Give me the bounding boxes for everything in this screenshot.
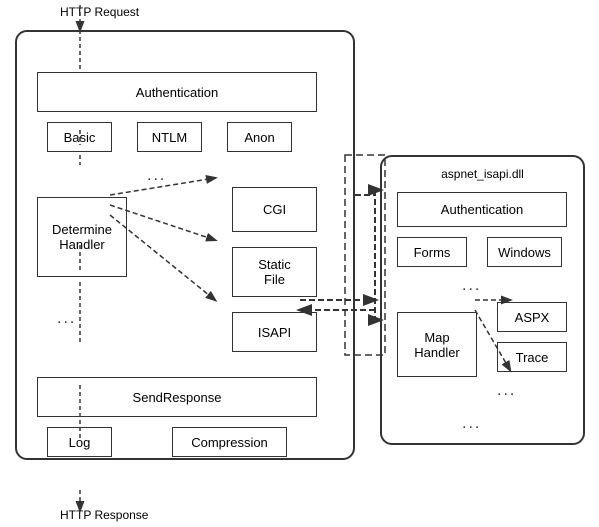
windows-label: Windows [498,245,551,260]
isapi-label: ISAPI [258,325,291,340]
cgi-label: CGI [263,202,286,217]
cgi-box: CGI [232,187,317,232]
auth-aspnet-label: Authentication [441,202,523,217]
basic-box: Basic [47,122,112,152]
auth-main-box: Authentication [37,72,317,112]
forms-label: Forms [414,245,451,260]
ntlm-box: NTLM [137,122,202,152]
dots-auth: ... [147,167,166,185]
basic-label: Basic [64,130,96,145]
dots-aspnet-handler: ... [497,382,516,400]
log-label: Log [69,435,91,450]
windows-box: Windows [487,237,562,267]
aspnet-box: aspnet_isapi.dll Authentication Forms Wi… [380,155,585,445]
anon-label: Anon [244,130,274,145]
dots-aspnet-auth: ... [462,277,481,295]
aspx-label: ASPX [515,310,550,325]
send-response-box: SendResponse [37,377,317,417]
send-label: SendResponse [133,390,222,405]
trace-box: Trace [497,342,567,372]
dots-handler: ... [57,310,76,328]
compression-box: Compression [172,427,287,457]
forms-box: Forms [397,237,467,267]
isapi-box: ISAPI [232,312,317,352]
http-request-label: HTTP Request [60,5,139,19]
compress-label: Compression [191,435,268,450]
anon-box: Anon [227,122,292,152]
maphandler-label: Map Handler [414,330,460,360]
diagram: HTTP Request Authentication Basic NTLM A… [0,0,599,527]
auth-main-label: Authentication [136,85,218,100]
maphandler-box: Map Handler [397,312,477,377]
main-box: Authentication Basic NTLM Anon ... Deter… [15,30,355,460]
trace-label: Trace [516,350,549,365]
handler-label: Determine Handler [52,222,112,252]
log-box: Log [47,427,112,457]
static-file-box: Static File [232,247,317,297]
ntlm-label: NTLM [152,130,187,145]
dots-aspnet-bottom: ... [462,415,481,433]
aspx-box: ASPX [497,302,567,332]
auth-aspnet-box: Authentication [397,192,567,227]
handler-box: Determine Handler [37,197,127,277]
static-label: Static File [258,257,291,287]
http-response-label: HTTP Response [60,508,148,522]
aspnet-dll-label: aspnet_isapi.dll [392,167,573,181]
